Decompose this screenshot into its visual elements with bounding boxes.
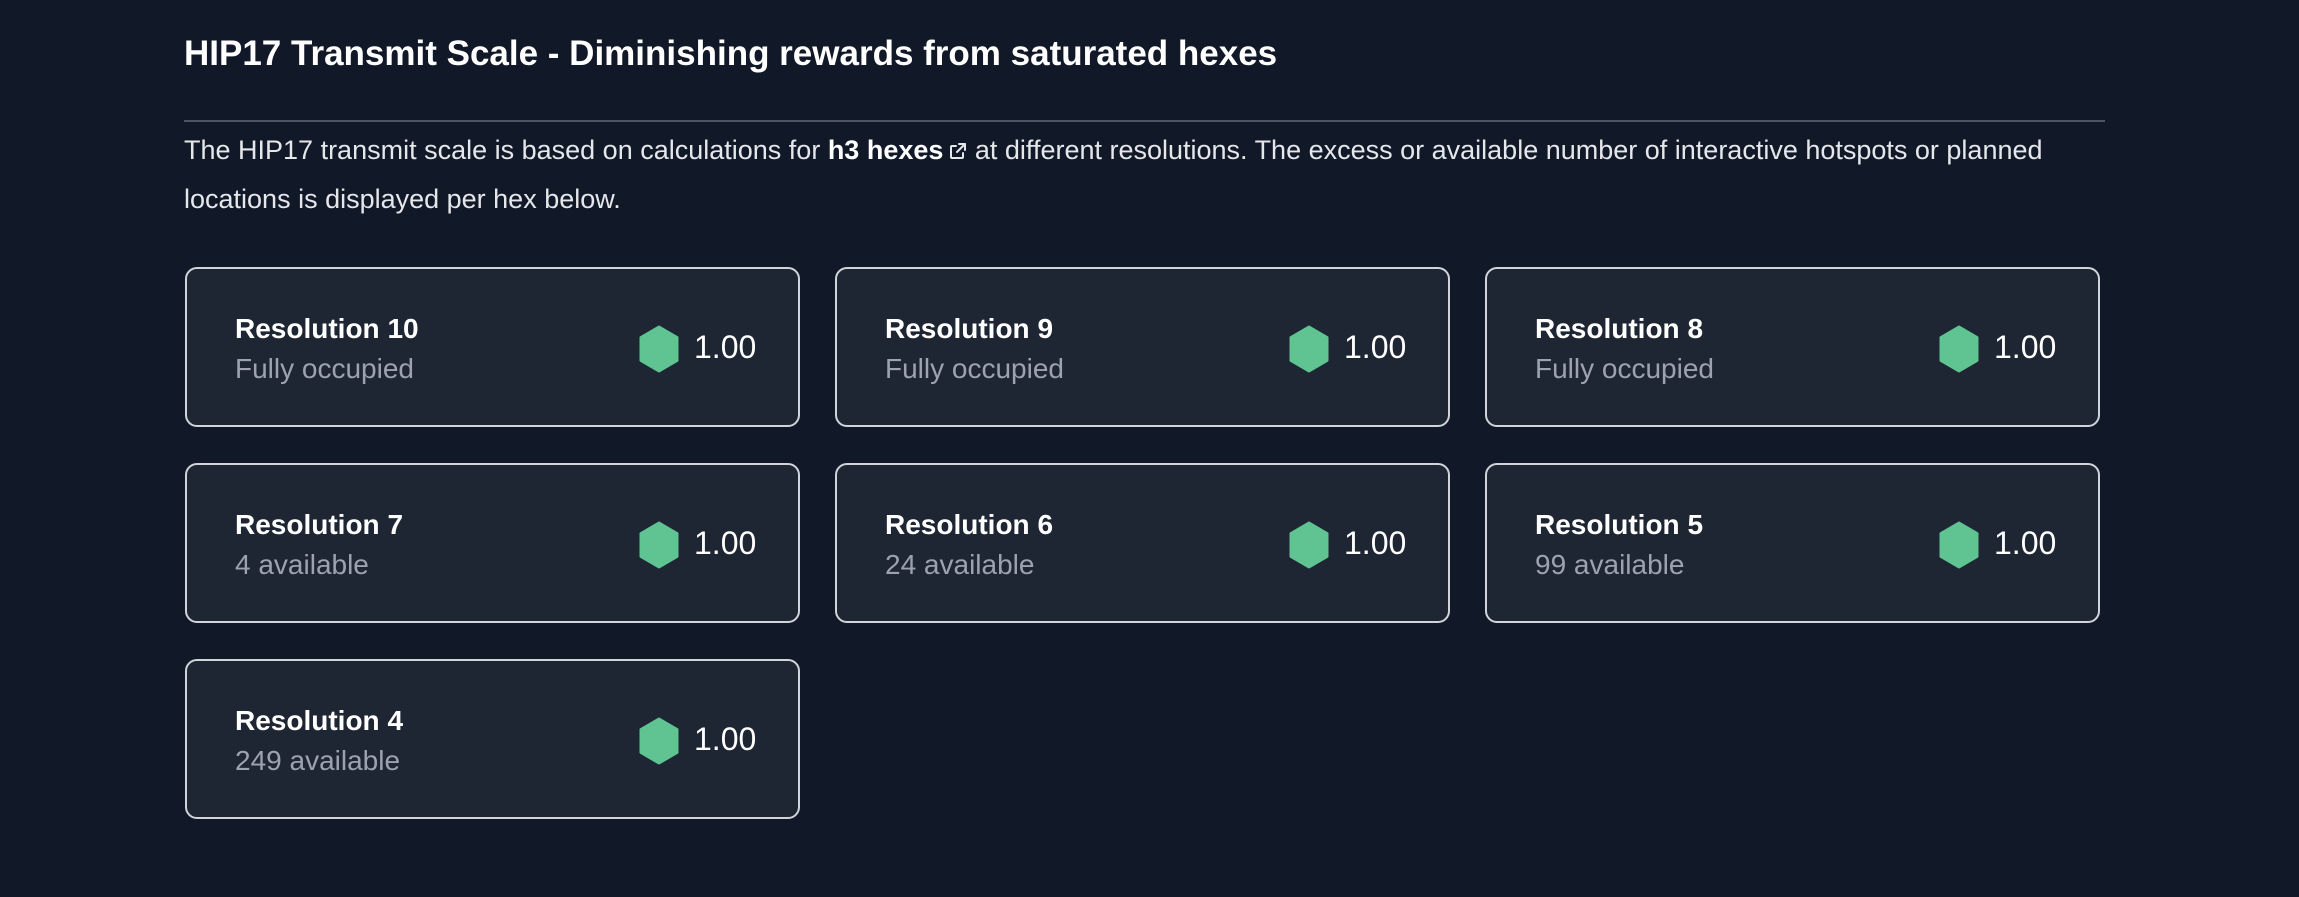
resolution-status: 99 available <box>1535 549 1685 580</box>
resolution-status: Fully occupied <box>1535 353 1714 384</box>
section-title: HIP17 Transmit Scale - Diminishing rewar… <box>184 34 1278 73</box>
resolution-status: Fully occupied <box>885 353 1064 384</box>
description-text-before: The HIP17 transmit scale is based on cal… <box>184 135 828 165</box>
resolution-card: Resolution 5 99 available 1.00 <box>1485 463 2100 623</box>
resolution-status: Fully occupied <box>235 353 414 384</box>
hexagon-icon <box>639 521 679 569</box>
resolution-status: 249 available <box>235 745 401 776</box>
hexagon-icon <box>1939 325 1979 373</box>
h3-hexes-link-label: h3 hexes <box>827 135 944 165</box>
section-description: The HIP17 transmit scale is based on cal… <box>184 126 2105 223</box>
resolution-value: 1.00 <box>694 721 757 757</box>
resolution-name: Resolution 5 <box>1535 509 1704 540</box>
hexagon-icon <box>1289 325 1329 373</box>
resolution-name: Resolution 10 <box>235 313 419 344</box>
resolution-card: Resolution 9 Fully occupied 1.00 <box>835 267 1450 427</box>
resolution-status: 4 available <box>235 549 369 580</box>
resolution-value: 1.00 <box>1344 525 1407 561</box>
resolution-name: Resolution 4 <box>235 705 404 736</box>
hexagon-icon <box>639 325 679 373</box>
resolution-card: Resolution 6 24 available 1.00 <box>835 463 1450 623</box>
hexagon-icon <box>639 717 679 765</box>
resolution-name: Resolution 9 <box>885 313 1054 344</box>
resolution-name: Resolution 8 <box>1535 313 1704 344</box>
resolution-name: Resolution 7 <box>235 509 404 540</box>
resolution-card: Resolution 10 Fully occupied 1.00 <box>185 267 800 427</box>
h3-hexes-link[interactable]: h3 hexes <box>828 135 968 165</box>
divider <box>184 120 2105 122</box>
resolution-card: Resolution 7 4 available 1.00 <box>185 463 800 623</box>
resolution-value: 1.00 <box>1994 329 2057 365</box>
external-link-icon <box>949 127 967 175</box>
resolution-name: Resolution 6 <box>885 509 1054 540</box>
hexagon-icon <box>1939 521 1979 569</box>
resolution-status: 24 available <box>885 549 1035 580</box>
resolution-value: 1.00 <box>1344 329 1407 365</box>
resolution-value: 1.00 <box>694 329 757 365</box>
resolution-value: 1.00 <box>1994 525 2057 561</box>
resolution-card: Resolution 8 Fully occupied 1.00 <box>1485 267 2100 427</box>
resolution-value: 1.00 <box>694 525 757 561</box>
hexagon-icon <box>1289 521 1329 569</box>
resolution-card: Resolution 4 249 available 1.00 <box>185 659 800 819</box>
